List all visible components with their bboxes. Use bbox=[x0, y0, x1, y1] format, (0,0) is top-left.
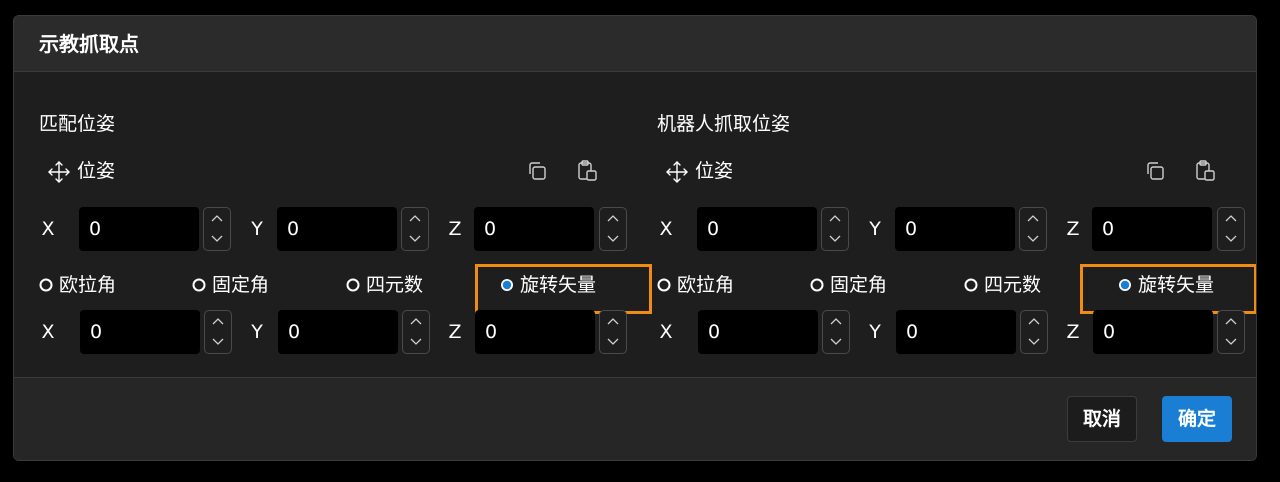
position-y-input[interactable]: 0 bbox=[895, 207, 1015, 251]
radio-unchecked-icon[interactable] bbox=[39, 278, 53, 292]
z-axis-label: Z bbox=[1066, 321, 1080, 343]
rotation-z-input[interactable]: 0 bbox=[1093, 310, 1213, 354]
rotation-x-input[interactable]: 0 bbox=[80, 310, 200, 354]
chevron-up-icon[interactable] bbox=[402, 208, 428, 229]
chevron-up-icon[interactable] bbox=[1021, 311, 1047, 332]
position-x-input[interactable]: 0 bbox=[79, 207, 199, 251]
z-axis-label: Z bbox=[1066, 218, 1080, 240]
chevron-up-icon[interactable] bbox=[822, 208, 848, 229]
radio-unchecked-icon[interactable] bbox=[810, 278, 824, 292]
chevron-up-icon[interactable] bbox=[600, 311, 626, 332]
move-arrows-icon bbox=[666, 161, 688, 183]
position-x-input[interactable]: 0 bbox=[697, 207, 817, 251]
radio-label: 固定角 bbox=[212, 274, 270, 296]
chevron-up-icon[interactable] bbox=[823, 311, 849, 332]
position-z-stepper[interactable] bbox=[599, 207, 627, 251]
radio-unchecked-icon[interactable] bbox=[657, 278, 671, 292]
rotation-y-input[interactable]: 0 bbox=[896, 310, 1016, 354]
chevron-down-icon[interactable] bbox=[1218, 229, 1244, 250]
x-axis-label: X bbox=[41, 218, 55, 240]
pose-header: 位姿 bbox=[665, 158, 1235, 184]
dialog-footer: 取消 确定 bbox=[14, 378, 1256, 460]
z-axis-label: Z bbox=[448, 321, 462, 343]
chevron-up-icon[interactable] bbox=[205, 311, 231, 332]
section-title: 匹配位姿 bbox=[39, 113, 116, 135]
chevron-up-icon[interactable] bbox=[1020, 208, 1046, 229]
radio-label: 欧拉角 bbox=[59, 274, 117, 296]
x-axis-label: X bbox=[41, 321, 55, 343]
radio-label: 固定角 bbox=[830, 274, 888, 296]
chevron-down-icon[interactable] bbox=[205, 332, 231, 353]
pose-label: 位姿 bbox=[695, 160, 734, 182]
rotation-row: X 0 Y 0 Z 0 bbox=[657, 310, 1245, 354]
y-axis-label: Y bbox=[869, 321, 881, 343]
position-x-stepper[interactable] bbox=[821, 207, 849, 251]
clipboard-paste-icon[interactable] bbox=[575, 158, 601, 184]
x-axis-label: X bbox=[659, 218, 673, 240]
chevron-up-icon[interactable] bbox=[403, 311, 429, 332]
position-row: X 0 Y 0 Z 0 bbox=[657, 207, 1245, 251]
chevron-up-icon[interactable] bbox=[1218, 311, 1244, 332]
copy-icon[interactable] bbox=[524, 158, 550, 184]
position-row: X 0 Y 0 Z 0 bbox=[39, 207, 627, 251]
highlight-annotation bbox=[475, 264, 652, 314]
radio-label: 四元数 bbox=[984, 274, 1042, 296]
position-x-stepper[interactable] bbox=[203, 207, 231, 251]
pose-header: 位姿 bbox=[47, 158, 617, 184]
rotation-x-stepper[interactable] bbox=[204, 310, 232, 354]
robot-grasp-pose-panel: 机器人抓取位姿 位姿 X 0 Y 0 Z 0 欧拉角 固定角 四元数 旋转矢量 … bbox=[657, 72, 1256, 378]
highlight-annotation bbox=[1080, 264, 1256, 314]
z-axis-label: Z bbox=[448, 218, 462, 240]
position-y-stepper[interactable] bbox=[401, 207, 429, 251]
chevron-up-icon[interactable] bbox=[204, 208, 230, 229]
chevron-up-icon[interactable] bbox=[1218, 208, 1244, 229]
radio-unchecked-icon[interactable] bbox=[964, 278, 978, 292]
dialog-header: 示教抓取点 bbox=[14, 16, 1256, 72]
position-z-input[interactable]: 0 bbox=[474, 207, 594, 251]
chevron-down-icon[interactable] bbox=[204, 229, 230, 250]
radio-unchecked-icon[interactable] bbox=[346, 278, 360, 292]
copy-icon[interactable] bbox=[1142, 158, 1168, 184]
teach-grasp-point-dialog: 示教抓取点 匹配位姿 位姿 X 0 Y 0 Z 0 欧拉角 固定角 四元数 旋转… bbox=[13, 15, 1257, 461]
clipboard-paste-icon[interactable] bbox=[1193, 158, 1219, 184]
position-z-input[interactable]: 0 bbox=[1092, 207, 1212, 251]
chevron-down-icon[interactable] bbox=[402, 229, 428, 250]
radio-label: 欧拉角 bbox=[677, 274, 735, 296]
position-y-stepper[interactable] bbox=[1019, 207, 1047, 251]
pose-label: 位姿 bbox=[77, 160, 116, 182]
rotation-x-input[interactable]: 0 bbox=[698, 310, 818, 354]
rotation-z-stepper[interactable] bbox=[599, 310, 627, 354]
rotation-y-stepper[interactable] bbox=[1020, 310, 1048, 354]
rotation-y-input[interactable]: 0 bbox=[278, 310, 398, 354]
chevron-down-icon[interactable] bbox=[822, 229, 848, 250]
x-axis-label: X bbox=[659, 321, 673, 343]
chevron-down-icon[interactable] bbox=[1021, 332, 1047, 353]
dialog-title: 示教抓取点 bbox=[39, 32, 139, 56]
confirm-button[interactable]: 确定 bbox=[1162, 396, 1232, 442]
rotation-y-stepper[interactable] bbox=[402, 310, 430, 354]
chevron-up-icon[interactable] bbox=[600, 208, 626, 229]
chevron-down-icon[interactable] bbox=[600, 332, 626, 353]
move-arrows-icon bbox=[48, 161, 70, 183]
match-pose-panel: 匹配位姿 位姿 X 0 Y 0 Z 0 欧拉角 固定角 四元数 旋转矢量 X 0… bbox=[39, 72, 652, 378]
radio-unchecked-icon[interactable] bbox=[192, 278, 206, 292]
chevron-down-icon[interactable] bbox=[403, 332, 429, 353]
chevron-down-icon[interactable] bbox=[1020, 229, 1046, 250]
chevron-down-icon[interactable] bbox=[823, 332, 849, 353]
rotation-x-stepper[interactable] bbox=[822, 310, 850, 354]
rotation-z-stepper[interactable] bbox=[1217, 310, 1245, 354]
chevron-down-icon[interactable] bbox=[1218, 332, 1244, 353]
rotation-row: X 0 Y 0 Z 0 bbox=[39, 310, 627, 354]
rotation-z-input[interactable]: 0 bbox=[475, 310, 595, 354]
y-axis-label: Y bbox=[869, 218, 881, 240]
dialog-body: 匹配位姿 位姿 X 0 Y 0 Z 0 欧拉角 固定角 四元数 旋转矢量 X 0… bbox=[14, 72, 1256, 378]
section-title: 机器人抓取位姿 bbox=[657, 113, 791, 135]
chevron-down-icon[interactable] bbox=[600, 229, 626, 250]
position-z-stepper[interactable] bbox=[1217, 207, 1245, 251]
y-axis-label: Y bbox=[251, 218, 263, 240]
position-y-input[interactable]: 0 bbox=[277, 207, 397, 251]
cancel-button[interactable]: 取消 bbox=[1067, 396, 1137, 442]
radio-label: 四元数 bbox=[366, 274, 424, 296]
y-axis-label: Y bbox=[251, 321, 263, 343]
